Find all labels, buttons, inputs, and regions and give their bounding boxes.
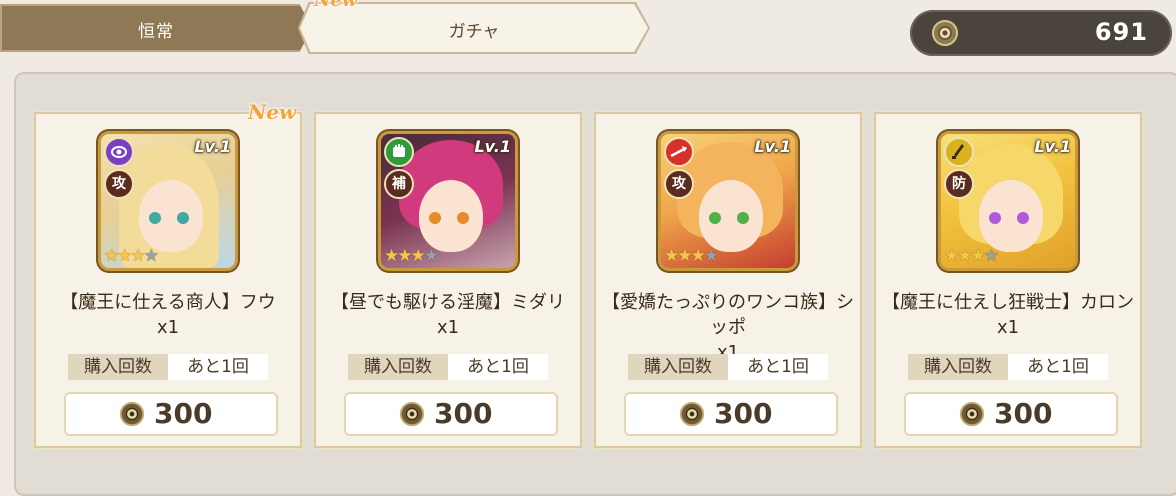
- currency-display: 691: [910, 10, 1172, 56]
- gear-medal-icon: [959, 401, 985, 427]
- purchase-limit-value: あと1回: [728, 354, 828, 380]
- price-button[interactable]: 300: [904, 392, 1118, 436]
- currency-value: 691: [1094, 18, 1148, 46]
- purchase-limit: 購入回数 あと1回: [628, 354, 828, 380]
- price-value: 300: [154, 397, 213, 430]
- item-name: 【魔王に仕える商人】フウ x1: [60, 292, 276, 338]
- tab-gacha-label: ガチャ: [448, 22, 500, 42]
- fist-icon: [384, 137, 414, 167]
- role-badge: 攻: [664, 169, 694, 199]
- role-badge: 防: [944, 169, 974, 199]
- price-value: 300: [714, 397, 773, 430]
- top-bar: 恒常 ガチャ New 691: [0, 0, 1176, 62]
- rarity-stars: ★★★★: [104, 246, 159, 266]
- role-badge: 補: [384, 169, 414, 199]
- character-portrait: 補 Lv.1 ★★★★: [381, 134, 515, 268]
- level-label: Lv.1: [194, 137, 231, 156]
- gear-medal-icon: [932, 20, 958, 46]
- purchase-limit-label: 購入回数: [348, 354, 448, 380]
- shop-item-card[interactable]: 攻 Lv.1 ★★★★ 【魔王に仕える商人】フウ x1 購入回数 あと1回 300: [34, 112, 302, 448]
- item-name: 【昼でも駆ける淫魔】ミダリ x1: [331, 292, 565, 338]
- character-portrait: 防 Lv.1 ★★★★: [941, 134, 1075, 268]
- new-badge: New: [248, 100, 297, 124]
- price-button[interactable]: 300: [344, 392, 558, 436]
- item-name: 【魔王に仕えし狂戦士】カロン x1: [882, 292, 1134, 338]
- purchase-limit-label: 購入回数: [68, 354, 168, 380]
- gear-medal-icon: [119, 401, 145, 427]
- price-button[interactable]: 300: [624, 392, 838, 436]
- purchase-limit-value: あと1回: [448, 354, 548, 380]
- gear-medal-icon: [399, 401, 425, 427]
- eye-icon: [104, 137, 134, 167]
- rarity-stars: ★★★★: [664, 246, 719, 266]
- price-button[interactable]: 300: [64, 392, 278, 436]
- tab-gacha-new-badge: New: [314, 0, 358, 11]
- character-portrait: 攻 Lv.1 ★★★★: [661, 134, 795, 268]
- purchase-limit-value: あと1回: [168, 354, 268, 380]
- shop-item-card[interactable]: 防 Lv.1 ★★★★ 【魔王に仕えし狂戦士】カロン x1 購入回数 あと1回 3…: [874, 112, 1142, 448]
- tab-standard[interactable]: 恒常: [0, 4, 312, 52]
- purchase-limit-label: 購入回数: [628, 354, 728, 380]
- purchase-limit: 購入回数 あと1回: [68, 354, 268, 380]
- tab-standard-label: 恒常: [138, 22, 174, 42]
- character-portrait: 攻 Lv.1 ★★★★: [101, 134, 235, 268]
- shop-item-card[interactable]: 攻 Lv.1 ★★★★ 【愛嬌たっぷりのワンコ族】シッポ x1 購入回数 あと1回…: [594, 112, 862, 448]
- level-label: Lv.1: [1034, 137, 1071, 156]
- arrow-icon: [664, 137, 694, 167]
- purchase-limit-value: あと1回: [1008, 354, 1108, 380]
- tab-gacha[interactable]: ガチャ: [300, 4, 648, 52]
- rarity-stars: ★★★★: [384, 246, 439, 266]
- purchase-limit: 購入回数 あと1回: [908, 354, 1108, 380]
- purchase-limit: 購入回数 あと1回: [348, 354, 548, 380]
- level-label: Lv.1: [474, 137, 511, 156]
- price-value: 300: [994, 397, 1053, 430]
- shop-item-card[interactable]: 補 Lv.1 ★★★★ 【昼でも駆ける淫魔】ミダリ x1 購入回数 あと1回 30…: [314, 112, 582, 448]
- role-badge: 攻: [104, 169, 134, 199]
- price-value: 300: [434, 397, 493, 430]
- sword-icon: [944, 137, 974, 167]
- purchase-limit-label: 購入回数: [908, 354, 1008, 380]
- level-label: Lv.1: [754, 137, 791, 156]
- gear-medal-icon: [679, 401, 705, 427]
- rarity-stars: ★★★★: [944, 246, 999, 266]
